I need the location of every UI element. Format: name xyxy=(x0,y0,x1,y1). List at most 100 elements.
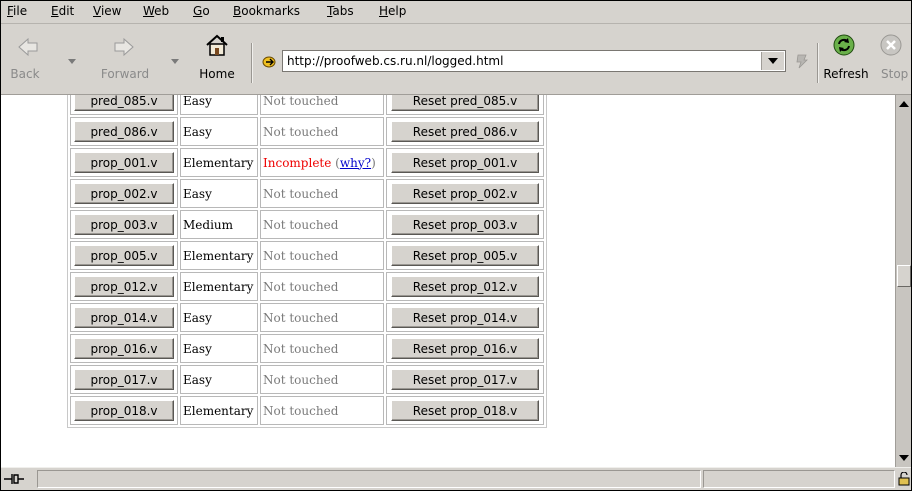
status-cell: Not touched xyxy=(260,303,384,332)
forward-arrow-icon xyxy=(114,37,134,57)
reset-exercise-button[interactable]: Reset prop_014.v xyxy=(391,307,539,328)
difficulty-cell: Medium xyxy=(180,210,258,239)
scrollbar-thumb[interactable] xyxy=(897,265,911,287)
difficulty-cell: Easy xyxy=(180,334,258,363)
menu-help[interactable]: Help xyxy=(379,4,406,19)
progress-panel xyxy=(703,470,895,488)
table-row: prop_017.v Easy Not touched Reset prop_017.… xyxy=(70,365,544,394)
reset-cell: Reset prop_018.v xyxy=(386,396,544,425)
stop-label: Stop xyxy=(881,67,909,81)
menu-edit[interactable]: Edit xyxy=(51,4,74,19)
refresh-button[interactable]: Refresh xyxy=(819,24,873,92)
stop-icon xyxy=(880,34,902,56)
forward-history-dropdown-icon[interactable] xyxy=(171,59,179,64)
open-exercise-button[interactable]: pred_085.v xyxy=(74,95,174,111)
open-exercise-button[interactable]: prop_002.v xyxy=(74,183,174,204)
table-row: prop_005.v Elementary Not touched Reset pro… xyxy=(70,241,544,270)
reset-exercise-button[interactable]: Reset prop_005.v xyxy=(391,245,539,266)
menu-go[interactable]: Go xyxy=(193,4,210,19)
status-cell: Incomplete (why?) xyxy=(260,148,384,177)
status-text: Not touched xyxy=(263,403,339,418)
back-history-dropdown-icon[interactable] xyxy=(68,59,76,64)
reset-cell: Reset prop_012.v xyxy=(386,272,544,301)
reset-exercise-button[interactable]: Reset pred_085.v xyxy=(391,95,539,111)
reset-exercise-button[interactable]: Reset prop_017.v xyxy=(391,369,539,390)
file-cell: prop_003.v xyxy=(70,210,178,239)
difficulty-cell: Easy xyxy=(180,117,258,146)
status-text: Not touched xyxy=(263,124,339,139)
menubar: File Edit View Web Go Bookmarks Tabs Hel… xyxy=(1,1,911,24)
menu-tabs[interactable]: Tabs xyxy=(327,4,354,19)
address-bar[interactable] xyxy=(282,50,786,72)
difficulty-text: Easy xyxy=(183,124,212,139)
menu-view[interactable]: View xyxy=(93,4,121,19)
difficulty-text: Easy xyxy=(183,186,212,201)
difficulty-text: Elementary xyxy=(183,248,254,263)
difficulty-text: Elementary xyxy=(183,403,254,418)
reset-cell: Reset prop_003.v xyxy=(386,210,544,239)
reset-exercise-button[interactable]: Reset prop_018.v xyxy=(391,400,539,421)
forward-button[interactable]: Forward xyxy=(85,24,165,92)
navigation-toolbar: Back Forward Home http://proofweb.cs.ru.… xyxy=(1,24,911,95)
vertical-scrollbar[interactable] xyxy=(895,95,911,467)
reset-exercise-button[interactable]: Reset prop_001.v xyxy=(391,152,539,173)
difficulty-text: Easy xyxy=(183,341,212,356)
refresh-icon xyxy=(833,34,855,56)
throbber-icon xyxy=(796,54,808,69)
open-exercise-button[interactable]: prop_005.v xyxy=(74,245,174,266)
reset-exercise-button[interactable]: Reset prop_003.v xyxy=(391,214,539,235)
reset-exercise-button[interactable]: Reset pred_086.v xyxy=(391,121,539,142)
status-cell: Not touched xyxy=(260,334,384,363)
url-history-dropdown-button[interactable] xyxy=(761,52,784,70)
open-exercise-button[interactable]: prop_003.v xyxy=(74,214,174,235)
url-input[interactable] xyxy=(287,52,747,70)
menu-bookmarks[interactable]: Bookmarks xyxy=(233,4,300,19)
open-exercise-button[interactable]: prop_018.v xyxy=(74,400,174,421)
open-exercise-button[interactable]: prop_012.v xyxy=(74,276,174,297)
home-button[interactable]: Home xyxy=(191,24,243,92)
toolbar-separator xyxy=(251,43,253,83)
reset-cell: Reset prop_001.v xyxy=(386,148,544,177)
menu-file[interactable]: File xyxy=(7,4,27,19)
table-row: prop_002.v Easy Not touched Reset prop_002.… xyxy=(70,179,544,208)
status-cell: Not touched xyxy=(260,95,384,115)
reset-exercise-button[interactable]: Reset prop_002.v xyxy=(391,183,539,204)
reset-cell: Reset prop_016.v xyxy=(386,334,544,363)
reset-exercise-button[interactable]: Reset prop_012.v xyxy=(391,276,539,297)
open-exercise-button[interactable]: prop_017.v xyxy=(74,369,174,390)
status-cell: Not touched xyxy=(260,365,384,394)
table-row: prop_003.v Medium Not touched Reset prop_00… xyxy=(70,210,544,239)
exercise-table: pred_085.v Easy Not touched Reset pred_085.… xyxy=(67,95,547,428)
go-location-icon xyxy=(262,56,276,68)
difficulty-cell: Elementary xyxy=(180,272,258,301)
file-cell: prop_014.v xyxy=(70,303,178,332)
difficulty-cell: Easy xyxy=(180,179,258,208)
file-cell: prop_005.v xyxy=(70,241,178,270)
back-button[interactable]: Back xyxy=(1,24,49,92)
reset-cell: Reset pred_085.v xyxy=(386,95,544,115)
scroll-down-arrow-icon[interactable] xyxy=(899,455,909,461)
menu-web[interactable]: Web xyxy=(143,4,169,19)
status-text: Not touched xyxy=(263,310,339,325)
status-cell: Not touched xyxy=(260,272,384,301)
status-incomplete: Incomplete xyxy=(263,155,332,170)
table-row: prop_016.v Easy Not touched Reset prop_016.… xyxy=(70,334,544,363)
status-text: Not touched xyxy=(263,186,339,201)
open-exercise-button[interactable]: pred_086.v xyxy=(74,121,174,142)
open-exercise-button[interactable]: prop_014.v xyxy=(74,307,174,328)
reset-exercise-button[interactable]: Reset prop_016.v xyxy=(391,338,539,359)
status-text: Not touched xyxy=(263,372,339,387)
stop-button[interactable]: Stop xyxy=(873,24,911,92)
scroll-up-arrow-icon[interactable] xyxy=(899,101,909,107)
why-link[interactable]: why? xyxy=(340,156,371,170)
difficulty-cell: Easy xyxy=(180,303,258,332)
difficulty-text: Easy xyxy=(183,95,212,108)
status-cell: Not touched xyxy=(260,396,384,425)
security-lock-icon xyxy=(898,472,910,486)
open-exercise-button[interactable]: prop_016.v xyxy=(74,338,174,359)
forward-label: Forward xyxy=(100,67,150,81)
table-row: prop_001.v Elementary Incomplete (why?) Res… xyxy=(70,148,544,177)
back-label: Back xyxy=(10,67,40,81)
reset-cell: Reset prop_002.v xyxy=(386,179,544,208)
open-exercise-button[interactable]: prop_001.v xyxy=(74,152,174,173)
